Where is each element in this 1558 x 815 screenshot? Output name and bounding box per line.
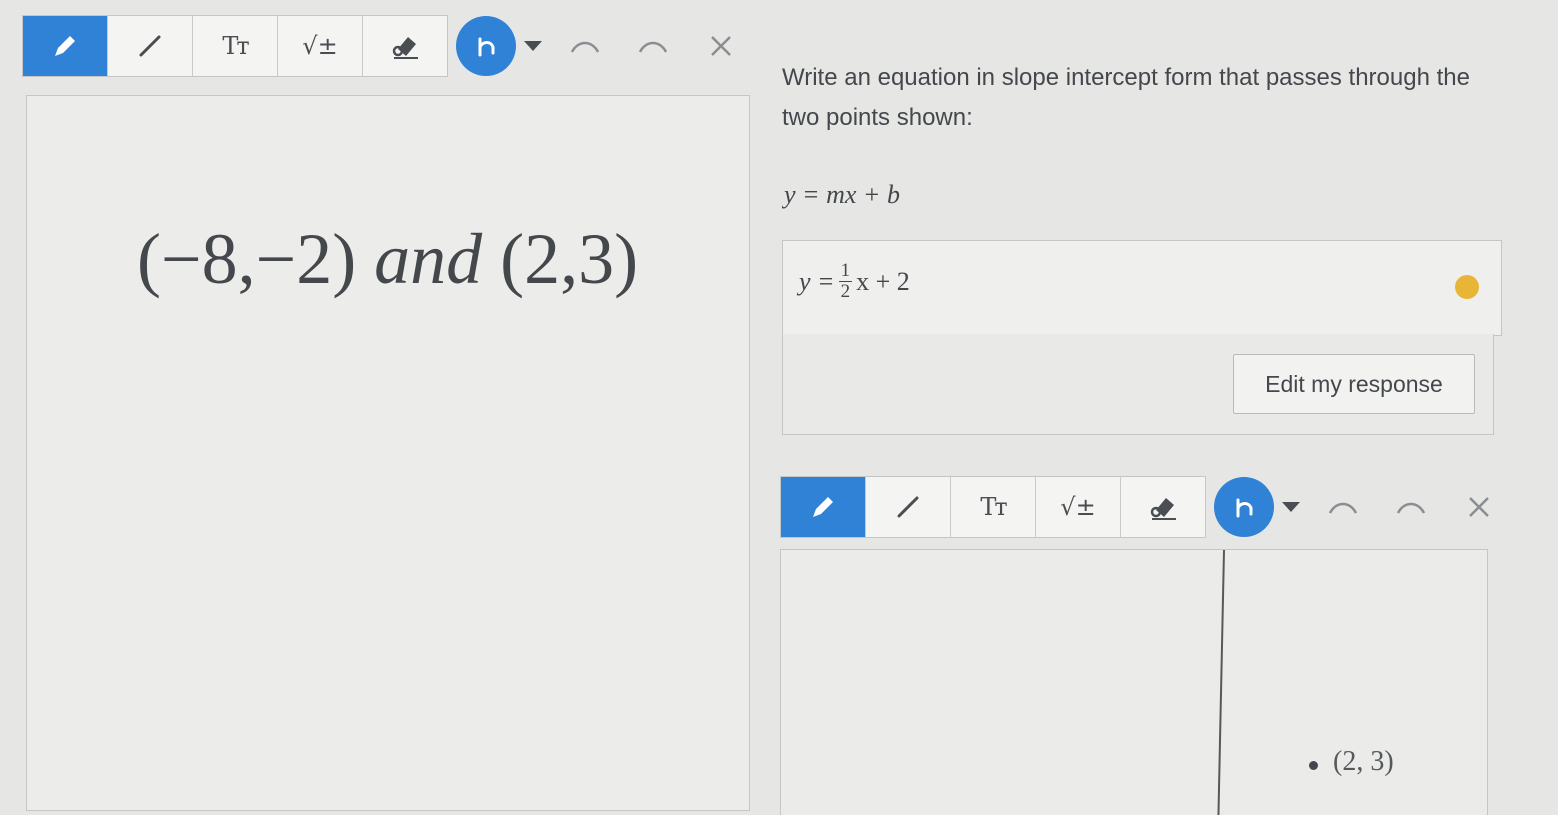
scribble-icon [478, 37, 495, 57]
fraction-denominator: 2 [840, 281, 851, 302]
redo-button[interactable] [628, 26, 678, 66]
eraser-icon [392, 37, 418, 59]
shape-tool-button[interactable] [456, 16, 516, 76]
close-icon [711, 36, 731, 56]
clear-button[interactable] [696, 26, 746, 66]
scribble-icon [1236, 498, 1253, 518]
square-root-icon: √± [302, 32, 338, 60]
pencil-icon [55, 36, 75, 56]
work-canvas[interactable]: (2, 3) [780, 549, 1488, 815]
text-icon: Tт [980, 493, 1007, 521]
redo-icon [1396, 502, 1426, 514]
point-b: (2,3) [500, 219, 639, 299]
chevron-down-icon[interactable] [1282, 502, 1300, 512]
square-root-icon: √± [1060, 493, 1096, 521]
response-actions: Edit my response [782, 334, 1494, 435]
drawing-toolbar-top: Tт √± [22, 15, 746, 77]
line-tool-button[interactable] [108, 16, 193, 76]
page: Tт √± (−8,−2) and (2,3) Write an equatio… [0, 0, 1558, 815]
eraser-tool-button[interactable] [363, 16, 447, 76]
answer-lhs: y = [799, 266, 835, 296]
close-icon [1469, 497, 1489, 517]
redo-button[interactable] [1386, 487, 1436, 527]
undo-button[interactable] [1318, 487, 1368, 527]
fraction-numerator: 1 [838, 260, 853, 282]
text-tool-button[interactable]: Tт [193, 16, 278, 76]
drawing-toolbar-bottom: Tт √± [780, 476, 1504, 538]
pen-tool-button[interactable] [23, 16, 108, 76]
smiley-icon [1455, 275, 1479, 299]
eraser-icon [1150, 498, 1176, 520]
and-word: and [374, 219, 483, 299]
slope-intercept-formula: y = mx + b [784, 180, 900, 209]
undo-icon [570, 41, 600, 53]
pencil-icon [813, 497, 833, 517]
plotted-point [1309, 761, 1318, 770]
undo-icon [1328, 502, 1358, 514]
shape-tool-button[interactable] [1214, 477, 1274, 537]
y-axis-line [1217, 550, 1225, 815]
answer-box: y = 1 2 x + 2 [782, 240, 1502, 336]
line-icon [897, 496, 919, 518]
problem-canvas[interactable]: (−8,−2) and (2,3) [26, 95, 750, 811]
points-expression: (−8,−2) and (2,3) [137, 218, 638, 301]
answer-rhs: x + 2 [856, 266, 910, 296]
point-a: (−8,−2) [137, 219, 357, 299]
answer-equation: y = 1 2 x + 2 [799, 261, 910, 302]
text-icon: Tт [222, 32, 249, 60]
chevron-down-icon[interactable] [524, 41, 542, 51]
text-tool-button[interactable]: Tт [951, 477, 1036, 537]
eraser-tool-button[interactable] [1121, 477, 1205, 537]
point-label: (2, 3) [1333, 746, 1394, 777]
tool-group: Tт √± [780, 476, 1206, 538]
clear-button[interactable] [1454, 487, 1504, 527]
undo-button[interactable] [560, 26, 610, 66]
line-tool-button[interactable] [866, 477, 951, 537]
tool-group: Tт √± [22, 15, 448, 77]
math-tool-button[interactable]: √± [1036, 477, 1121, 537]
redo-icon [638, 41, 668, 53]
edit-response-button[interactable]: Edit my response [1233, 354, 1475, 414]
answer-fraction: 1 2 [838, 260, 853, 302]
pen-tool-button[interactable] [781, 477, 866, 537]
question-text: Write an equation in slope intercept for… [782, 64, 1470, 131]
math-tool-button[interactable]: √± [278, 16, 363, 76]
line-icon [139, 35, 161, 57]
